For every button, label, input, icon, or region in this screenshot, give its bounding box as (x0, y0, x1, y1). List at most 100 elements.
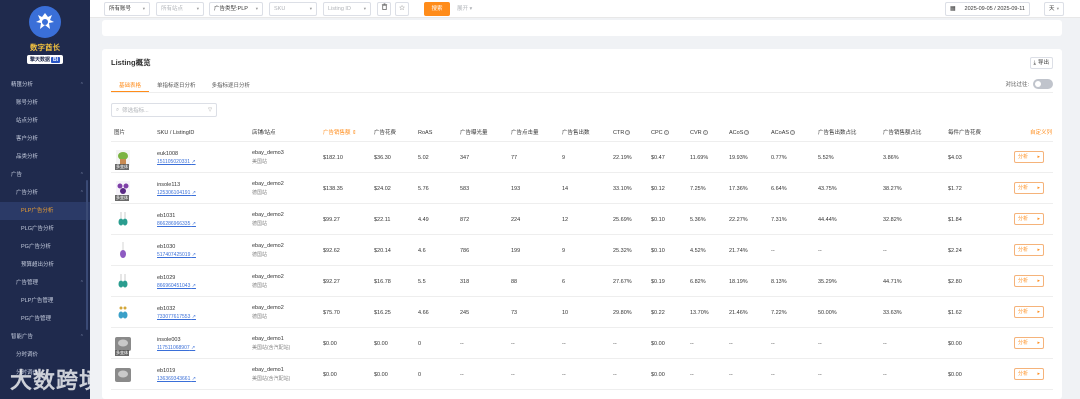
tabs-divider (111, 92, 1053, 93)
listing-id-link[interactable]: 866286966335 ↗ (157, 221, 196, 227)
column-header[interactable]: 广告花费 (374, 125, 396, 142)
sidebar-item-label: PG广告管理 (21, 316, 51, 322)
column-header[interactable]: 广告售出数占比 (818, 125, 857, 142)
metric-cell: $182.10 (323, 154, 343, 161)
listing-id-link[interactable]: 151105020331 ↗ (157, 159, 196, 165)
filter-bar: 所有账号 ▾ 所有站点 ▾ 广告类型:PLP ▾ SKU ▾ Listing ID ▾ ☆… (90, 0, 1080, 18)
column-header[interactable]: 图片 (114, 125, 125, 142)
metric-cell: 7.22% (771, 309, 787, 316)
analyze-button[interactable]: 分析 ▸ (1014, 368, 1044, 380)
clear-button[interactable] (377, 2, 391, 16)
analyze-button[interactable]: 分析 ▸ (1014, 306, 1044, 318)
tab-basic-table[interactable]: 基础表格 (111, 77, 150, 92)
account-select[interactable]: 所有账号 ▾ (104, 2, 150, 16)
column-header[interactable]: 广告销售额占比 (883, 125, 922, 142)
sidebar-item[interactable]: 客户分析 (0, 130, 90, 148)
table-row[interactable]: eb1030 517407425019 ↗ ebay_demo2 德国站 $92.62 $… (111, 235, 1053, 266)
compare-toggle[interactable] (1033, 79, 1053, 89)
analyze-button[interactable]: 分析 ▸ (1014, 151, 1044, 163)
sidebar-item[interactable]: PG广告分析 (0, 238, 90, 256)
help-icon[interactable]: ? (790, 130, 796, 136)
product-thumbnail[interactable] (114, 303, 132, 323)
sidebar-item[interactable]: 广告管理 ⌃ (0, 274, 90, 292)
help-icon[interactable]: ? (625, 130, 631, 136)
sidebar-item[interactable]: 精匯分析 ⌃ (0, 76, 90, 94)
help-icon[interactable]: ? (663, 130, 669, 136)
column-header[interactable]: 广告销售额 ⇕ (323, 125, 357, 142)
sidebar-item[interactable]: PLG广告分析 (0, 220, 90, 238)
sidebar-item[interactable]: PLP广告管理 (0, 292, 90, 310)
listing-id-link[interactable]: 136369343661 ↗ (157, 376, 196, 382)
sidebar-item[interactable]: 智能广告 ⌃ (0, 328, 90, 346)
column-header[interactable]: 广告曝光量 (460, 125, 488, 142)
help-icon[interactable]: ? (744, 130, 750, 136)
sidebar-item[interactable]: 预算超出分析 (0, 256, 90, 274)
sidebar-item[interactable]: 分时调价 (0, 346, 90, 364)
export-button[interactable]: ⤓ 导出 (1029, 57, 1053, 69)
tab-multi-metric[interactable]: 多指标逐日分析 (204, 77, 259, 92)
date-range-picker[interactable]: ▦ 2025-09-05 / 2025-09-11 (945, 2, 1030, 16)
listing-id-link[interactable]: 117511068907 ↗ (157, 345, 195, 351)
analyze-button[interactable]: 分析 ▸ (1014, 182, 1044, 194)
sku-input[interactable]: SKU ▾ (269, 2, 317, 16)
analyze-button[interactable]: 分析 ▸ (1014, 337, 1044, 349)
listing-id-input[interactable]: Listing ID ▾ (323, 2, 371, 16)
sku-text: insole003 (157, 336, 181, 343)
table-row[interactable]: 多变体 euk1008 151105020331 ↗ ebay_demo3 美国站 $18… (111, 142, 1053, 173)
table-row[interactable]: eb1032 733077617553 ↗ ebay_demo2 德国站 $75.70 $… (111, 297, 1053, 328)
tab-single-metric[interactable]: 单指标逐日分析 (149, 77, 204, 92)
analyze-button[interactable]: 分析 ▸ (1014, 275, 1044, 287)
metric-cell: $20.14 (374, 247, 391, 254)
product-thumbnail[interactable] (114, 272, 132, 292)
column-header[interactable]: ACoS? (729, 125, 750, 142)
column-header[interactable]: 广告售出数 (562, 125, 590, 142)
table-row[interactable]: 多变体 insole113 125306104191 ↗ ebay_demo2 德国站 $… (111, 173, 1053, 204)
sort-icon[interactable]: ⇕ (351, 130, 357, 136)
compare-control: 对比过往: (1005, 79, 1053, 89)
column-header[interactable]: SKU / ListingID (157, 125, 194, 142)
sidebar-item-label: 客户分析 (16, 136, 39, 142)
analyze-button[interactable]: 分析 ▸ (1014, 213, 1044, 225)
help-icon[interactable]: ? (702, 130, 708, 136)
granularity-select[interactable]: 天 ▾ (1044, 2, 1064, 16)
metric-cell: 12 (562, 216, 569, 223)
favorite-button[interactable]: ☆ (395, 2, 409, 16)
column-header[interactable]: 广告点击量 (511, 125, 539, 142)
sidebar-scrollbar[interactable] (86, 180, 88, 330)
chevron-right-icon: ▸ (1037, 185, 1040, 191)
table-row[interactable]: 多变体 insole003 117511068907 ↗ ebay_demo1 美国站(… (111, 328, 1053, 359)
analyze-button[interactable]: 分析 ▸ (1014, 244, 1044, 256)
search-button[interactable]: 搜索 (424, 2, 450, 16)
column-header[interactable]: CTR? (613, 125, 631, 142)
listing-id-link[interactable]: 866960451043 ↗ (157, 283, 196, 289)
sidebar-item[interactable]: PG广告管理 (0, 310, 90, 328)
product-thumbnail[interactable] (114, 365, 132, 385)
column-header[interactable]: CPC? (651, 125, 669, 142)
ad-type-select[interactable]: 广告类型:PLP ▾ (209, 2, 263, 16)
product-thumbnail[interactable] (114, 210, 132, 230)
table-row[interactable]: eb1019 136369343661 ↗ ebay_demo1 美国站(含汽配站) $… (111, 359, 1053, 390)
metric-filter-input[interactable]: ⌕ 筛选指标... ▽ (111, 103, 217, 117)
sidebar-item[interactable]: 账号分析 (0, 94, 90, 112)
column-header[interactable]: 每件广告花费 (948, 125, 981, 142)
table-row[interactable]: eb1029 866960451043 ↗ ebay_demo2 德国站 $92.27 $… (111, 266, 1053, 297)
listing-id-link[interactable]: 733077617553 ↗ (157, 314, 196, 320)
sidebar-item[interactable]: 广告分析 ⌃ (0, 184, 90, 202)
listing-id-link[interactable]: 125306104191 ↗ (157, 190, 196, 196)
listing-id-link[interactable]: 517407425019 ↗ (157, 252, 196, 258)
sku-cell: eb1032 733077617553 ↗ (157, 297, 196, 328)
column-header[interactable]: RoAS (418, 125, 432, 142)
site-select[interactable]: 所有站点 ▾ (156, 2, 204, 16)
metric-cell: 6 (562, 278, 566, 285)
column-header[interactable]: CVR? (690, 125, 708, 142)
sidebar-item[interactable]: PLP广告分析 (0, 202, 90, 220)
column-header[interactable]: 店铺/站点 (252, 125, 276, 142)
column-header[interactable]: ACoAS? (771, 125, 796, 142)
sidebar-item[interactable]: 站点分析 (0, 112, 90, 130)
product-thumbnail[interactable] (114, 241, 132, 261)
expand-toggle[interactable]: 展开 ▾ (457, 2, 472, 16)
sidebar-item[interactable]: 广告 ⌃ (0, 166, 90, 184)
sidebar-item[interactable]: 品类分析 (0, 148, 90, 166)
table-row[interactable]: eb1031 866286966335 ↗ ebay_demo2 德国站 $99.27 $… (111, 204, 1053, 235)
column-header[interactable]: 自定义列 (1030, 125, 1052, 142)
